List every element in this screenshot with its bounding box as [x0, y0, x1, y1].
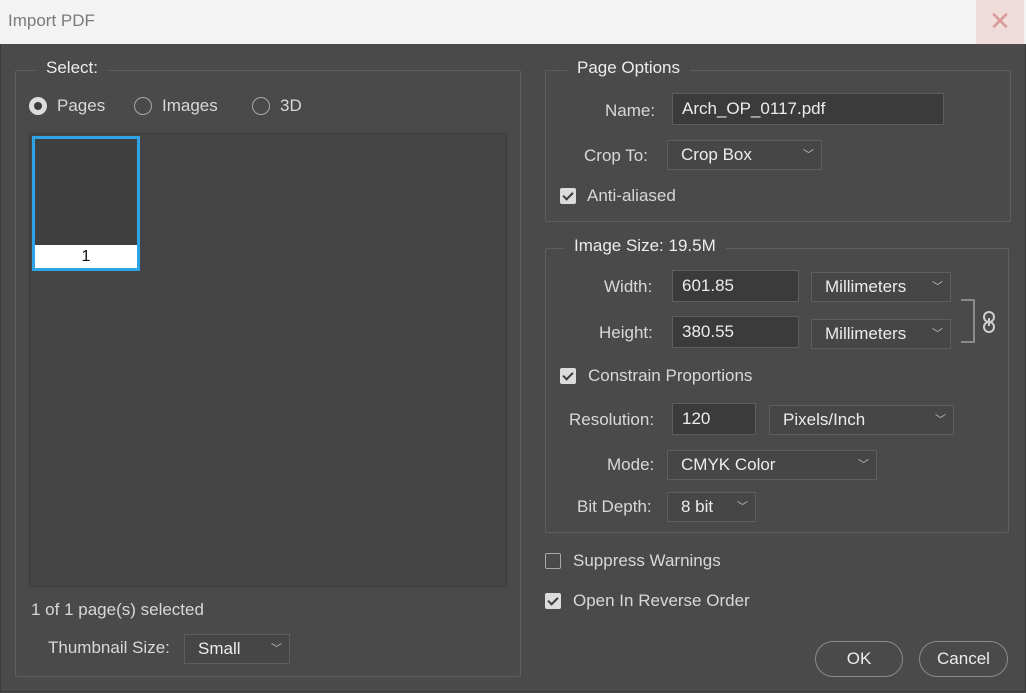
- suppress-warnings-check: [545, 553, 561, 569]
- title-bar: Import PDF ✕: [0, 0, 1026, 44]
- selection-status: 1 of 1 page(s) selected: [31, 600, 204, 619]
- crop-to-label: Crop To:: [584, 146, 648, 165]
- radio-pages[interactable]: Pages: [29, 96, 129, 118]
- height-unit-value: Millimeters: [825, 324, 907, 343]
- height-field[interactable]: 380.55: [672, 316, 799, 348]
- thumbnail-size-label: Thumbnail Size:: [48, 638, 170, 657]
- cancel-button[interactable]: Cancel: [919, 641, 1008, 677]
- anti-aliased-label: Anti-aliased: [587, 186, 676, 205]
- reverse-order-check: [545, 593, 561, 609]
- resolution-unit-value: Pixels/Inch: [783, 410, 866, 429]
- suppress-warnings-checkbox[interactable]: Suppress Warnings: [545, 550, 765, 572]
- mode-value: CMYK Color: [681, 455, 776, 474]
- reverse-order-label: Open In Reverse Order: [573, 591, 750, 610]
- constrain-label: Constrain Proportions: [588, 366, 753, 385]
- chevron-down-icon: ﹀: [932, 281, 943, 293]
- bit-depth-select[interactable]: 8 bit ﹀: [667, 492, 756, 522]
- thumbnail-size-select[interactable]: Small ﹀: [184, 634, 290, 664]
- close-button[interactable]: ✕: [976, 0, 1024, 44]
- radio-3d-label: 3D: [280, 96, 302, 115]
- ok-button[interactable]: OK: [815, 641, 903, 677]
- constrain-check: [560, 368, 576, 384]
- width-unit-value: Millimeters: [825, 277, 907, 296]
- mode-label: Mode:: [607, 455, 655, 474]
- crop-to-value: Crop Box: [681, 145, 752, 164]
- width-unit-select[interactable]: Millimeters ﹀: [811, 272, 951, 302]
- link-bracket: [961, 299, 975, 343]
- crop-to-select[interactable]: Crop Box ﹀: [667, 140, 822, 170]
- chevron-down-icon: ﹀: [935, 414, 946, 426]
- import-pdf-dialog: Select: Pages Images 3D 1 1 of 1 page(s)…: [0, 44, 1026, 692]
- bit-depth-value: 8 bit: [681, 497, 714, 516]
- resolution-unit-select[interactable]: Pixels/Inch ﹀: [769, 405, 954, 435]
- bit-depth-label: Bit Depth:: [577, 497, 652, 516]
- image-size-legend: Image Size: 19.5M: [564, 236, 726, 256]
- height-unit-select[interactable]: Millimeters ﹀: [811, 319, 951, 349]
- anti-aliased-check: [560, 188, 576, 204]
- constrain-proportions-checkbox[interactable]: Constrain Proportions: [560, 366, 800, 388]
- close-icon: ✕: [989, 6, 1011, 36]
- chain-link-icon[interactable]: [982, 311, 996, 333]
- page-options-legend: Page Options: [567, 58, 691, 78]
- mode-select[interactable]: CMYK Color ﹀: [667, 450, 877, 480]
- radio-images[interactable]: Images: [134, 96, 234, 118]
- chevron-down-icon: ﹀: [858, 459, 869, 471]
- page-options-group: Page Options Name: Arch_OP_0117.pdf Crop…: [545, 58, 1011, 222]
- chevron-down-icon: ﹀: [271, 643, 282, 655]
- thumbnail-panel: 1: [29, 133, 507, 587]
- suppress-warnings-label: Suppress Warnings: [573, 551, 721, 570]
- width-field[interactable]: 601.85: [672, 270, 799, 302]
- thumbnail-size-value: Small: [198, 639, 241, 658]
- height-label: Height:: [599, 323, 653, 342]
- chevron-down-icon: ﹀: [932, 328, 943, 340]
- radio-pages-indicator: [29, 97, 47, 115]
- resolution-field[interactable]: 120: [672, 403, 756, 435]
- resolution-label: Resolution:: [569, 410, 655, 429]
- chevron-down-icon: ﹀: [803, 149, 814, 161]
- select-legend: Select:: [36, 58, 108, 78]
- reverse-order-checkbox[interactable]: Open In Reverse Order: [545, 590, 805, 612]
- name-field[interactable]: Arch_OP_0117.pdf: [672, 93, 944, 125]
- thumbnail-page-number: 1: [35, 245, 137, 268]
- radio-images-label: Images: [162, 96, 218, 115]
- width-label: Width:: [604, 277, 653, 296]
- window-title: Import PDF: [8, 11, 95, 30]
- page-thumbnail[interactable]: 1: [32, 136, 140, 271]
- name-label: Name:: [605, 101, 656, 120]
- radio-pages-label: Pages: [57, 96, 106, 115]
- anti-aliased-checkbox[interactable]: Anti-aliased: [560, 186, 710, 208]
- radio-images-indicator: [134, 97, 152, 115]
- select-group: Select: Pages Images 3D 1 1 of 1 page(s)…: [15, 58, 521, 677]
- radio-3d-indicator: [252, 97, 270, 115]
- chevron-down-icon: ﹀: [737, 501, 748, 513]
- image-size-group: Image Size: 19.5M Width: 601.85 Millimet…: [545, 236, 1009, 533]
- radio-3d[interactable]: 3D: [252, 96, 312, 118]
